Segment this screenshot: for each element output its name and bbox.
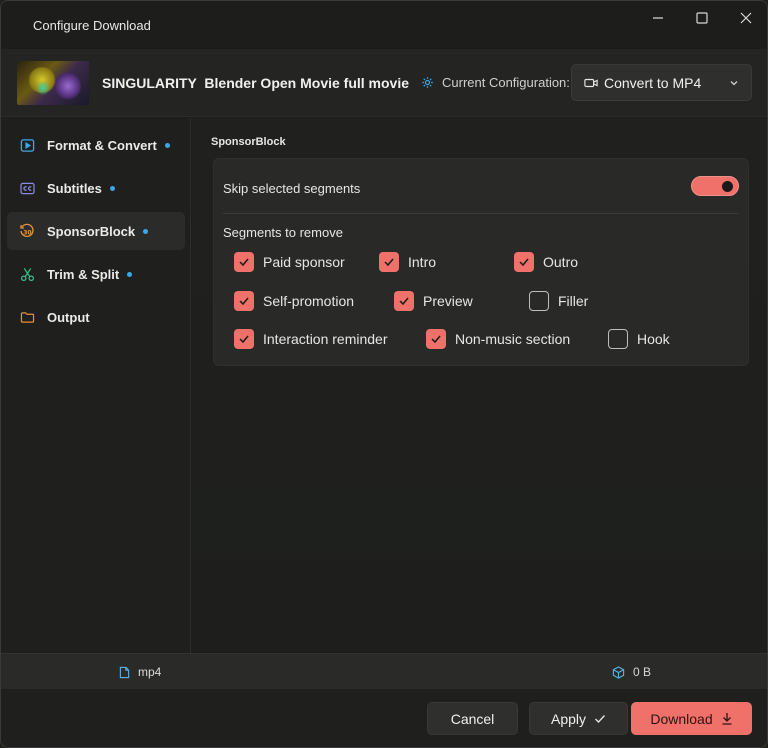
checkmark-icon	[379, 252, 399, 272]
checkbox-label: Hook	[637, 331, 670, 347]
configuration-value: Convert to MP4	[604, 74, 702, 91]
maximize-button[interactable]	[679, 1, 725, 35]
sidebar-item-label: Trim & Split	[47, 266, 120, 282]
checkmark-icon	[234, 252, 254, 272]
footer: Cancel Apply Download	[1, 689, 767, 747]
gear-icon	[422, 77, 433, 88]
video-title: SINGULARITY Blender Open Movie full movi…	[102, 75, 410, 91]
minimize-icon	[653, 17, 663, 19]
sidebar: Format & Convert Subtitles 30 SponsorBlo…	[1, 118, 191, 653]
apply-button[interactable]: Apply	[529, 702, 628, 735]
sponsorblock-card: Skip selected segments Segments to remov…	[213, 158, 749, 366]
cancel-button[interactable]: Cancel	[427, 702, 518, 735]
chevron-down-icon	[730, 81, 738, 86]
checkbox-hook[interactable]: Hook	[608, 329, 670, 349]
video-camera-icon	[584, 78, 598, 87]
checkbox-label: Self-promotion	[263, 293, 355, 309]
checkbox-non-music-section[interactable]: Non-music section	[426, 329, 570, 349]
video-header: SINGULARITY Blender Open Movie full movi…	[1, 49, 767, 117]
close-button[interactable]	[723, 1, 767, 35]
status-size: 0 B	[612, 665, 651, 679]
checkbox-preview[interactable]: Preview	[394, 291, 473, 311]
sidebar-item-sponsorblock[interactable]: 30 SponsorBlock	[7, 212, 185, 250]
checkmark-icon	[234, 329, 254, 349]
checkbox-label: Outro	[543, 254, 579, 270]
configuration-select[interactable]: Convert to MP4	[571, 64, 752, 101]
checkmark-icon	[595, 714, 605, 723]
package-icon	[612, 665, 625, 679]
sidebar-item-trim-split[interactable]: Trim & Split	[7, 255, 185, 293]
checkbox-label: Interaction reminder	[263, 331, 388, 347]
svg-text:30: 30	[23, 230, 31, 237]
checkbox-outro[interactable]: Outro	[514, 252, 578, 272]
sidebar-item-label: Format & Convert	[47, 137, 157, 153]
checkmark-icon	[234, 291, 254, 311]
status-dot	[143, 228, 149, 234]
download-button[interactable]: Download	[631, 702, 752, 735]
scissors-icon	[19, 266, 35, 282]
current-configuration-label: Current Configuration:	[421, 75, 570, 90]
status-dot	[127, 271, 133, 277]
video-thumbnail	[17, 61, 89, 105]
configure-download-window: Configure Download SINGULARITY Blender O…	[0, 0, 768, 748]
format-value: mp4	[138, 665, 162, 679]
sidebar-item-label: Subtitles	[47, 180, 102, 196]
close-icon	[740, 12, 752, 24]
checkbox-paid-sponsor[interactable]: Paid sponsor	[234, 252, 345, 272]
title-bar: Configure Download	[1, 1, 767, 49]
checkbox-label: Preview	[423, 293, 473, 309]
maximize-icon	[696, 12, 708, 24]
checkbox-filler[interactable]: Filler	[529, 291, 588, 311]
checkbox-empty-icon	[608, 329, 628, 349]
checkbox-intro[interactable]: Intro	[379, 252, 436, 272]
checkbox-label: Filler	[558, 293, 589, 309]
status-bar: mp4 0 B	[1, 653, 767, 689]
sidebar-item-output[interactable]: Output	[7, 298, 185, 336]
skip-30-icon: 30	[19, 223, 35, 239]
divider	[223, 213, 739, 214]
status-dot	[109, 185, 115, 191]
closed-caption-icon	[19, 180, 35, 196]
file-icon	[119, 666, 130, 678]
checkbox-label: Non-music section	[455, 331, 571, 347]
skip-segments-toggle[interactable]	[691, 176, 739, 196]
checkbox-self-promotion[interactable]: Self-promotion	[234, 291, 354, 311]
window-title: Configure Download	[33, 18, 151, 33]
sidebar-item-subtitles[interactable]: Subtitles	[7, 169, 185, 207]
section-title: SponsorBlock	[211, 136, 286, 148]
status-format: mp4	[119, 665, 161, 679]
checkbox-label: Paid sponsor	[263, 254, 345, 270]
skip-segments-label: Skip selected segments	[223, 181, 361, 196]
checkbox-interaction-reminder[interactable]: Interaction reminder	[234, 329, 388, 349]
size-value: 0 B	[633, 665, 652, 679]
status-dot	[164, 142, 170, 148]
download-icon	[722, 713, 732, 725]
checkbox-empty-icon	[529, 291, 549, 311]
sidebar-item-format-convert[interactable]: Format & Convert	[7, 126, 185, 164]
play-box-icon	[19, 137, 35, 153]
checkbox-label: Intro	[408, 254, 437, 270]
sidebar-item-label: SponsorBlock	[47, 223, 136, 239]
folder-icon	[19, 309, 35, 325]
checkmark-icon	[514, 252, 534, 272]
toggle-knob	[722, 181, 733, 192]
checkmark-icon	[394, 291, 414, 311]
minimize-button[interactable]	[635, 1, 681, 35]
checkmark-icon	[426, 329, 446, 349]
main-content: SponsorBlock Skip selected segments Segm…	[192, 118, 767, 653]
segments-title: Segments to remove	[223, 225, 343, 240]
sidebar-item-label: Output	[47, 309, 90, 325]
